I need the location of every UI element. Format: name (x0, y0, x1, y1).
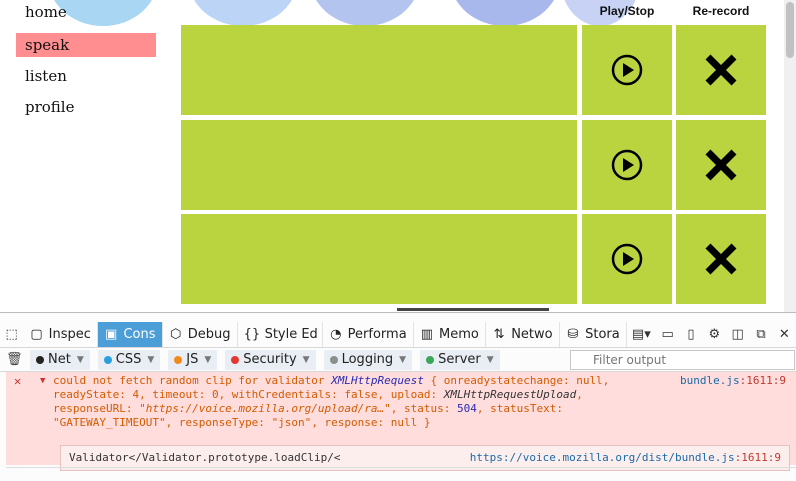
server-dot (426, 355, 435, 364)
chevron-down-icon: ▼ (486, 354, 494, 365)
chevron-down-icon: ▼ (76, 354, 84, 365)
close-icon[interactable]: ✕ (773, 322, 796, 347)
expand-twisty-icon[interactable]: ▼ (40, 374, 45, 388)
close-icon (705, 54, 737, 86)
chevron-down-icon: ▼ (399, 354, 407, 365)
rerecord-button-3[interactable] (676, 214, 766, 304)
record-button-edge[interactable] (397, 308, 549, 311)
tab-inspector[interactable]: ▢ Inspec (23, 322, 98, 347)
background-wave (450, 0, 560, 26)
css-dot (103, 355, 112, 364)
filter-logging[interactable]: Logging ▼ (323, 349, 413, 370)
nav-item-listen[interactable]: listen (16, 64, 156, 95)
play-button-1[interactable] (582, 25, 672, 115)
error-text[interactable]: could not fetch random clip for validato… (53, 374, 653, 430)
console-separator (6, 467, 796, 468)
rerecord-button-2[interactable] (676, 120, 766, 210)
recording-clip-3 (181, 214, 577, 304)
js-dot (174, 355, 183, 364)
filter-css[interactable]: CSS ▼ (97, 349, 161, 370)
trash-icon[interactable]: 🗑 (6, 352, 23, 367)
play-icon (611, 149, 643, 181)
debugger-icon: ⬡ (169, 327, 182, 342)
inspector-icon: ▢ (30, 327, 43, 342)
rerecord-button-1[interactable] (676, 25, 766, 115)
page-scrollbar[interactable] (784, 0, 796, 312)
chevron-down-icon: ▼ (147, 354, 155, 365)
nav-item-speak[interactable]: speak (16, 33, 156, 57)
error-source-link[interactable]: bundle.js:1611:9 (680, 374, 786, 388)
memory-icon: ▥ (420, 327, 433, 342)
play-button-3[interactable] (582, 214, 672, 304)
style-editor-icon: {} (243, 327, 261, 342)
nav-item-profile[interactable]: profile (16, 95, 156, 126)
filter-server[interactable]: Server ▼ (420, 349, 500, 370)
filter-net[interactable]: Net ▼ (30, 349, 90, 370)
error-message: ✕ ▼ could not fetch random clip for vali… (6, 372, 796, 471)
filter-security[interactable]: Security ▼ (225, 349, 316, 370)
devtools-tabbar: ⬚ ▢ Inspec ▣ Cons ⬡ Debug {} Style Ed ◔ Perfo… (0, 322, 796, 348)
network-icon: ⇅ (493, 327, 505, 342)
filter-js[interactable]: JS ▼ (168, 349, 218, 370)
dock-side-icon[interactable]: ◫ (726, 322, 749, 347)
close-icon (705, 243, 737, 275)
console-icon: ▣ (105, 327, 118, 342)
rerecord-header: Re-record (692, 4, 750, 18)
page-viewport: home speak listen profile Play/Stop Re-r… (0, 0, 796, 312)
chevron-down-icon: ▼ (302, 354, 310, 365)
play-icon (611, 54, 643, 86)
console-filterbar: 🗑 Net ▼ CSS ▼ JS ▼ Security ▼ Logging ▼ Serve… (0, 348, 796, 372)
performance-icon: ◔ (330, 327, 342, 342)
play-icon (611, 243, 643, 275)
devtools-panel: ⬚ ▢ Inspec ▣ Cons ⬡ Debug {} Style Ed ◔ Perfo… (0, 312, 796, 481)
play-stop-header: Play/Stop (599, 4, 655, 18)
close-icon (705, 149, 737, 181)
storage-icon: ⛁ (567, 327, 579, 342)
tab-storage[interactable]: ⛁ Stora (560, 322, 627, 347)
undock-icon[interactable]: ⧉ (749, 322, 772, 347)
security-dot (231, 355, 240, 364)
tab-performance[interactable]: ◔ Performa (323, 322, 414, 347)
recording-clip-1 (181, 25, 577, 115)
logging-dot (329, 355, 338, 364)
responsive-mode-icon[interactable]: ▯ (679, 322, 702, 347)
tab-debugger[interactable]: ⬡ Debug (163, 322, 238, 347)
nav-item-home[interactable]: home (16, 0, 156, 31)
scrollbar-thumb[interactable] (786, 2, 794, 58)
net-dot (36, 355, 44, 364)
console-output: ✕ ▼ could not fetch random clip for vali… (0, 372, 796, 481)
tab-memory[interactable]: ▥ Memo (414, 322, 486, 347)
play-button-2[interactable] (582, 120, 672, 210)
tab-console[interactable]: ▣ Cons (97, 322, 163, 347)
gear-icon[interactable]: ⚙ (703, 322, 726, 347)
pick-element-icon[interactable]: ⬚ (0, 322, 23, 347)
error-icon: ✕ (14, 374, 22, 388)
recording-clip-2 (181, 120, 577, 210)
tab-style-editor[interactable]: {} Style Ed (238, 322, 323, 347)
filter-output-input[interactable] (570, 350, 795, 370)
background-wave (310, 0, 420, 26)
chevron-down-icon: ▼ (204, 354, 212, 365)
split-console-icon[interactable]: ▭ (656, 322, 679, 347)
sidebar-nav: home speak listen profile (16, 0, 156, 126)
tab-network[interactable]: ⇅ Netwo (486, 322, 560, 347)
background-wave (188, 0, 298, 26)
frame-select-icon[interactable]: ▤▾ (627, 322, 656, 347)
